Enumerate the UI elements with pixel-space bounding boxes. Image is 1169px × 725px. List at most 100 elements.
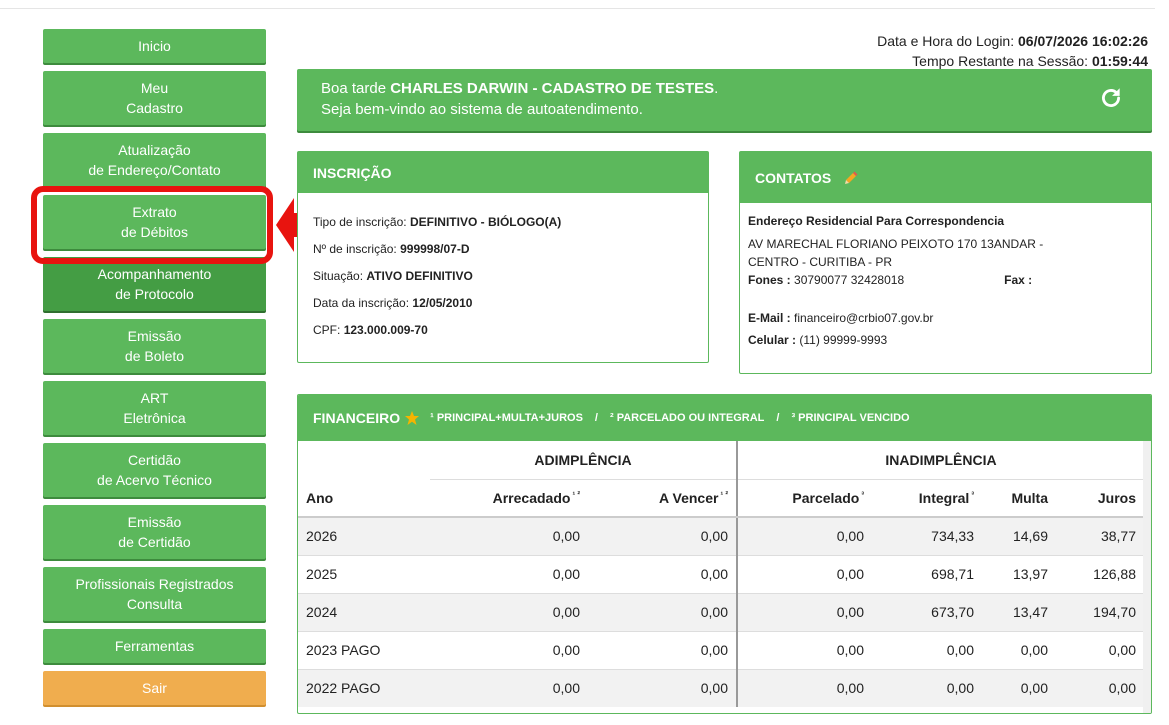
field-numero: Nº de inscrição: 999998/07-D	[313, 236, 693, 263]
group-spacer	[298, 441, 430, 479]
cell-multa: 0,00	[982, 668, 1056, 707]
contatos-body: Endereço Residencial Para Correspondenci…	[740, 203, 1151, 358]
col-label: Integral	[918, 489, 970, 506]
contatos-panel: CONTATOS Endereço Residencial Para Corre…	[739, 151, 1152, 374]
cell-ano[interactable]: 2026	[298, 516, 430, 555]
col-a-vencer: A Vencer ¹ ²	[588, 479, 737, 518]
user-name: CHARLES DARWIN - CADASTRO DE TESTES	[390, 80, 715, 97]
sidebar-item-label: Acompanhamento	[97, 266, 212, 282]
legend-note: ² PARCELADO OU INTEGRAL	[609, 412, 765, 424]
sidebar-item-label: Inicio	[138, 38, 171, 54]
sidebar-item-label: de Protocolo	[115, 286, 194, 302]
cell-arrecadado: 0,00	[430, 630, 588, 669]
sidebar-item-inicio[interactable]: Inicio	[43, 29, 266, 63]
panel-title: INSCRIÇÃO	[313, 164, 392, 181]
session-remaining-label: Tempo Restante na Sessão:	[912, 53, 1089, 69]
col-multa: Multa	[982, 479, 1056, 518]
sidebar-item-certidao-acervo[interactable]: Certidão de Acervo Técnico	[43, 443, 266, 497]
cell-arrecadado: 0,00	[430, 668, 588, 707]
legend-separator: /	[594, 412, 598, 424]
email-line: E-Mail : financeiro@crbio07.gov.br	[748, 309, 1143, 327]
phones-line: Fones : 30790077 32428018 Fax :	[748, 271, 1143, 289]
panel-title: CONTATOS	[755, 169, 832, 186]
cell-ano[interactable]: 2022 PAGO	[298, 668, 430, 707]
welcome-message: Seja bem-vindo ao sistema de autoatendim…	[321, 101, 643, 118]
field-data: Data da inscrição: 12/05/2010	[313, 290, 693, 317]
address-line: AV MARECHAL FLORIANO PEIXOTO 170 13ANDAR…	[748, 237, 1044, 251]
sidebar-item-atualizacao-endereco[interactable]: Atualização de Endereço/Contato	[43, 133, 266, 187]
financeiro-panel: FINANCEIRO ¹ PRINCIPAL+MULTA+JUROS / ² P…	[297, 394, 1152, 714]
col-label: A Vencer	[659, 489, 719, 506]
col-sup: ¹ ²	[572, 489, 580, 499]
cell-parcelado: 0,00	[736, 554, 872, 593]
col-integral: Integral ³	[872, 479, 982, 518]
table-column-header: Ano Arrecadado ¹ ² A Vencer ¹ ² Parcelado ³…	[298, 479, 1144, 518]
sidebar-item-sair[interactable]: Sair	[43, 671, 266, 705]
cell-a-vencer: 0,00	[588, 592, 737, 631]
table-row: 2025 0,00 0,00 0,00 698,71 13,97 126,88	[298, 554, 1144, 593]
col-sup: ³	[971, 489, 974, 499]
sidebar-item-meu-cadastro[interactable]: Meu Cadastro	[43, 71, 266, 125]
sidebar-item-label: Cadastro	[126, 100, 183, 116]
col-sup: ¹ ²	[720, 489, 728, 499]
email-value: financeiro@crbio07.gov.br	[794, 311, 934, 325]
financeiro-header: FINANCEIRO ¹ PRINCIPAL+MULTA+JUROS / ² P…	[298, 395, 1151, 441]
group-inadimplencia: INADIMPLÊNCIA	[736, 441, 1144, 480]
mobile-label: Celular :	[748, 333, 797, 347]
sidebar-item-label: Atualização	[118, 142, 191, 158]
col-arrecadado: Arrecadado ¹ ²	[430, 479, 588, 518]
cell-ano[interactable]: 2025	[298, 554, 430, 593]
table-row: 2023 PAGO 0,00 0,00 0,00 0,00 0,00 0,00	[298, 630, 1144, 669]
session-remaining-value: 01:59:44	[1091, 53, 1148, 69]
sidebar-item-emissao-boleto[interactable]: Emissão de Boleto	[43, 319, 266, 373]
cell-parcelado: 0,00	[736, 592, 872, 631]
sidebar-item-label: Profissionais Registrados	[75, 576, 234, 592]
phones-label: Fones :	[748, 273, 791, 287]
field-value: 123.000.009-70	[343, 323, 428, 337]
mobile-value: (11) 99999-9993	[799, 333, 888, 347]
field-label: Nº de inscrição:	[313, 242, 397, 256]
sidebar-item-label: Meu	[140, 80, 169, 96]
cell-arrecadado: 0,00	[430, 592, 588, 631]
sidebar-item-label: Certidão	[128, 452, 181, 468]
legend-note: ³ PRINCIPAL VENCIDO	[791, 412, 910, 424]
sidebar-item-acompanhamento-protocolo[interactable]: Acompanhamento de Protocolo	[43, 257, 266, 311]
sidebar-item-label: Emissão	[127, 514, 182, 530]
cell-juros: 0,00	[1056, 630, 1144, 669]
cell-ano[interactable]: 2023 PAGO	[298, 630, 430, 669]
sidebar-item-label: de Acervo Técnico	[97, 472, 212, 488]
email-label: E-Mail :	[748, 311, 791, 325]
cell-ano[interactable]: 2024	[298, 592, 430, 631]
cell-multa: 13,97	[982, 554, 1056, 593]
sidebar-item-label: Consulta	[126, 596, 183, 612]
cell-integral: 698,71	[872, 554, 982, 593]
field-label: Data da inscrição:	[313, 296, 410, 310]
table-scrollbar[interactable]	[1143, 441, 1151, 713]
cell-arrecadado: 0,00	[430, 516, 588, 555]
star-icon	[405, 411, 420, 425]
sidebar-item-label: ART	[140, 390, 169, 406]
sidebar-item-label: Eletrônica	[123, 410, 186, 426]
col-sup: ³	[861, 489, 864, 499]
sidebar-item-ferramentas[interactable]: Ferramentas	[43, 629, 266, 663]
table-row: 2024 0,00 0,00 0,00 673,70 13,47 194,70	[298, 592, 1144, 631]
cell-integral: 673,70	[872, 592, 982, 631]
sidebar-item-emissao-certidao[interactable]: Emissão de Certidão	[43, 505, 266, 559]
login-time-label: Data e Hora do Login:	[877, 33, 1015, 49]
cell-parcelado: 0,00	[736, 516, 872, 555]
refresh-icon[interactable]	[1098, 85, 1124, 111]
sidebar-item-profissionais-registrados[interactable]: Profissionais Registrados Consulta	[43, 567, 266, 621]
pencil-icon[interactable]	[843, 170, 859, 186]
cell-multa: 14,69	[982, 516, 1056, 555]
cell-juros: 194,70	[1056, 592, 1144, 631]
cell-a-vencer: 0,00	[588, 554, 737, 593]
field-tipo: Tipo de inscrição: DEFINITIVO - BIÓLOGO(…	[313, 209, 693, 236]
sidebar-item-art-eletronica[interactable]: ART Eletrônica	[43, 381, 266, 435]
legend-note: ¹ PRINCIPAL+MULTA+JUROS	[430, 412, 583, 424]
field-label: CPF:	[313, 323, 341, 337]
financeiro-table: ADIMPLÊNCIA INADIMPLÊNCIA Ano Arrecadado…	[298, 441, 1144, 707]
welcome-banner: Boa tarde CHARLES DARWIN - CADASTRO DE T…	[297, 69, 1152, 131]
field-label: Tipo de inscrição:	[313, 215, 407, 229]
cell-a-vencer: 0,00	[588, 630, 737, 669]
fax-label: Fax :	[1004, 273, 1033, 287]
